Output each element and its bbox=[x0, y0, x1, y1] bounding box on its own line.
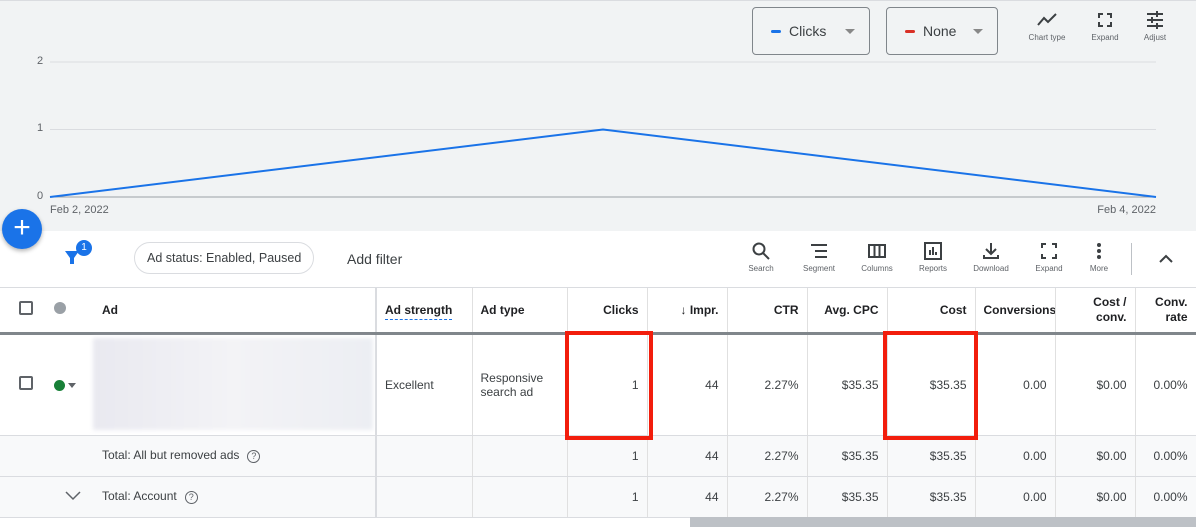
x-tick-label: Feb 2, 2022 bbox=[50, 204, 109, 216]
status-header[interactable] bbox=[40, 288, 90, 335]
total-conversions: 0.00 bbox=[975, 476, 1056, 518]
header-ad-type[interactable]: Ad type bbox=[472, 288, 568, 335]
download-icon bbox=[983, 243, 999, 259]
cell-conversions: 0.00 bbox=[975, 333, 1056, 436]
horizontal-scrollbar[interactable] bbox=[690, 517, 1196, 527]
caret-down-icon bbox=[68, 382, 76, 388]
columns-icon bbox=[868, 244, 886, 258]
expand-label: Expand bbox=[1035, 264, 1063, 273]
total-cost-conv: $0.00 bbox=[1055, 476, 1136, 518]
search-button[interactable]: Search bbox=[736, 241, 786, 273]
performance-chart: Clicks None Chart type Expand Adjust 2 1… bbox=[0, 0, 1196, 231]
line-plot bbox=[49, 61, 1157, 198]
total-label: Total: All but removed ads bbox=[102, 448, 240, 462]
header-ctr[interactable]: CTR bbox=[727, 288, 808, 335]
total-clicks: 1 bbox=[567, 476, 648, 518]
download-label: Download bbox=[973, 264, 1009, 273]
reports-label: Reports bbox=[918, 264, 947, 273]
clicks-highlight-box bbox=[565, 331, 653, 440]
total-impr: 44 bbox=[647, 476, 728, 518]
collapse-button[interactable] bbox=[1156, 251, 1176, 268]
header-conversions[interactable]: Conversions bbox=[975, 288, 1056, 335]
header-cost-conv[interactable]: Cost / conv. bbox=[1055, 288, 1136, 335]
total-impr: 44 bbox=[647, 435, 728, 477]
more-button[interactable]: More bbox=[1074, 241, 1124, 273]
more-vert-icon bbox=[1097, 243, 1101, 259]
cell-ad-strength: Excellent bbox=[376, 333, 473, 436]
total-conv-rate: 0.00% bbox=[1135, 435, 1196, 477]
header-avg-cpc[interactable]: Avg. CPC bbox=[807, 288, 888, 335]
ad-strength-label: Ad strength bbox=[385, 302, 453, 320]
status-dropdown[interactable] bbox=[40, 333, 90, 436]
total-cost-conv: $0.00 bbox=[1055, 435, 1136, 477]
cell-cost-conv: $0.00 bbox=[1055, 333, 1136, 436]
total-conv-rate: 0.00% bbox=[1135, 476, 1196, 518]
filter-button[interactable]: 1 bbox=[62, 240, 92, 270]
segment-label: Segment bbox=[802, 264, 836, 273]
more-label: More bbox=[1089, 264, 1109, 273]
cell-conv-rate: 0.00% bbox=[1135, 333, 1196, 436]
header-cost[interactable]: Cost bbox=[887, 288, 976, 335]
expand-total-button[interactable] bbox=[40, 476, 90, 518]
header-ad[interactable]: Ad bbox=[90, 288, 377, 335]
header-impr[interactable]: ↓ Impr. bbox=[647, 288, 728, 335]
chevron-up-icon bbox=[1159, 254, 1173, 263]
help-icon[interactable]: ? bbox=[247, 450, 261, 463]
impr-label: Impr. bbox=[689, 302, 719, 317]
total-avg-cpc: $35.35 bbox=[807, 476, 888, 518]
segment-button[interactable]: Segment bbox=[794, 241, 844, 273]
total-clicks: 1 bbox=[567, 435, 648, 477]
search-label: Search bbox=[748, 264, 774, 273]
total-conversions: 0.00 bbox=[975, 435, 1056, 477]
select-all-checkbox[interactable] bbox=[0, 288, 40, 335]
add-filter-button[interactable]: Add filter bbox=[347, 251, 402, 267]
blurred-ad-preview bbox=[93, 338, 373, 430]
total-row-account: Total: Account? 1 44 2.27% $35.35 $35.35… bbox=[0, 476, 1196, 518]
row-checkbox[interactable] bbox=[0, 333, 40, 436]
help-icon[interactable]: ? bbox=[184, 491, 198, 504]
total-label-cell: Total: Account? bbox=[90, 476, 377, 518]
total-label-cell: Total: All but removed ads? bbox=[90, 435, 377, 477]
total-cost: $35.35 bbox=[887, 435, 976, 477]
total-cost: $35.35 bbox=[887, 476, 976, 518]
chevron-down-icon bbox=[65, 491, 81, 501]
total-ctr: 2.27% bbox=[727, 476, 808, 518]
total-ctr: 2.27% bbox=[727, 435, 808, 477]
columns-label: Columns bbox=[861, 264, 893, 273]
search-icon bbox=[752, 242, 770, 260]
header-ad-strength[interactable]: Ad strength bbox=[376, 288, 473, 335]
reports-icon bbox=[924, 242, 942, 260]
cell-avg-cpc: $35.35 bbox=[807, 333, 888, 436]
toolbar-divider bbox=[1131, 243, 1132, 275]
header-clicks[interactable]: Clicks bbox=[567, 288, 648, 335]
table-header: Ad Ad strength Ad type Clicks ↓ Impr. CT… bbox=[0, 288, 1196, 335]
segment-icon bbox=[811, 244, 827, 258]
table-toolbar: 1 Ad status: Enabled, Paused Add filter … bbox=[0, 231, 1196, 288]
ad-status-filter-chip[interactable]: Ad status: Enabled, Paused bbox=[134, 242, 315, 274]
x-tick-label: Feb 4, 2022 bbox=[1097, 204, 1156, 216]
cell-ad-type: Responsive search ad bbox=[472, 333, 568, 436]
y-tick-label: 1 bbox=[37, 122, 44, 134]
filter-count-badge: 1 bbox=[76, 240, 92, 256]
reports-button[interactable]: Reports bbox=[908, 241, 958, 273]
cost-highlight-box bbox=[883, 331, 978, 440]
cell-ctr: 2.27% bbox=[727, 333, 808, 436]
expand-icon bbox=[1041, 243, 1057, 259]
header-conv-rate[interactable]: Conv. rate bbox=[1135, 288, 1196, 335]
download-button[interactable]: Download bbox=[966, 241, 1016, 273]
enabled-dot-icon bbox=[54, 379, 65, 391]
status-dot-icon bbox=[54, 302, 66, 315]
total-row-all-but-removed: Total: All but removed ads? 1 44 2.27% $… bbox=[0, 435, 1196, 477]
sort-arrow-down-icon: ↓ bbox=[680, 302, 690, 317]
total-avg-cpc: $35.35 bbox=[807, 435, 888, 477]
table-expand-button[interactable]: Expand bbox=[1024, 241, 1074, 273]
columns-button[interactable]: Columns bbox=[852, 241, 902, 273]
cell-impr: 44 bbox=[647, 333, 728, 436]
y-tick-label: 2 bbox=[37, 55, 44, 67]
series-line-clicks bbox=[49, 128, 1157, 198]
y-tick-label: 0 bbox=[37, 190, 44, 202]
total-label: Total: Account bbox=[102, 489, 177, 503]
